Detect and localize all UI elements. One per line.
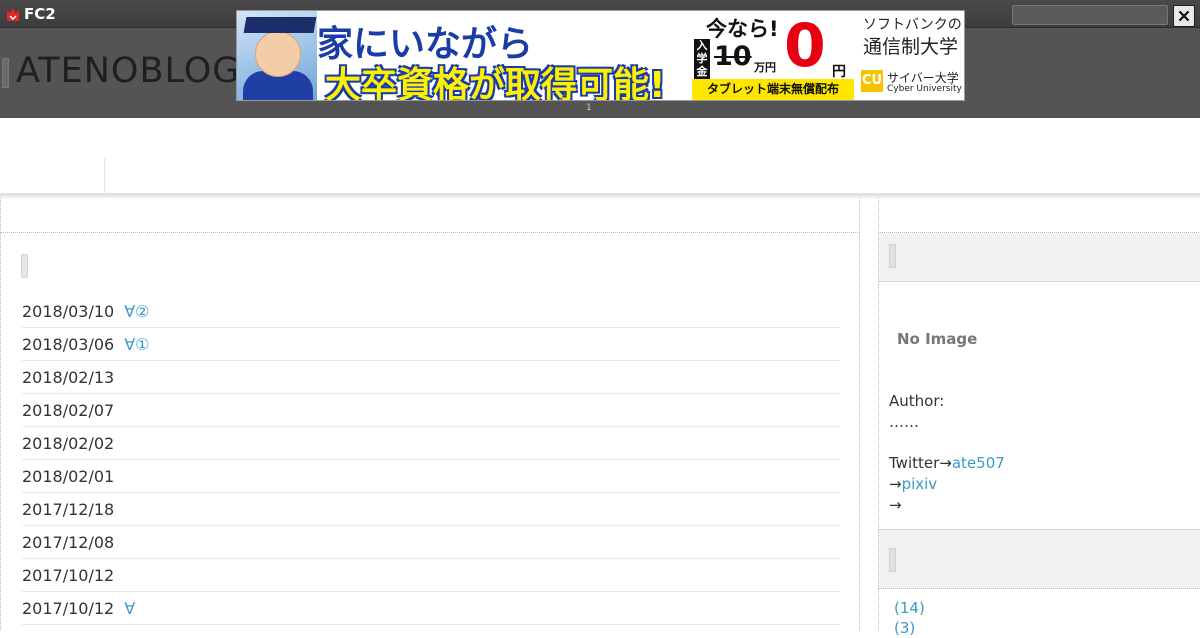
ad-old-price: 10: [714, 41, 752, 72]
fc2-logo-text: FC2: [24, 5, 56, 23]
entry-title-link[interactable]: ∀②: [124, 302, 149, 321]
entry-date: 2017/10/12: [22, 598, 115, 618]
entry-title-link[interactable]: ∀: [124, 599, 135, 618]
category-list: (14) (3): [894, 598, 925, 638]
list-item: 2018/02/07: [22, 394, 840, 427]
author-name: ……: [889, 413, 919, 431]
entry-date: 2018/02/02: [22, 433, 115, 453]
ad-new-price: 0: [784, 11, 826, 81]
ad-sponsor-line-2: 通信制大学: [863, 36, 959, 58]
header-grip: [2, 58, 9, 88]
entry-date: 2018/02/01: [22, 466, 115, 486]
nav-item[interactable]: [2, 158, 105, 194]
extra-arrow: →: [889, 496, 902, 514]
entry-list: 2018/03/10 ∀② 2018/03/06 ∀① 2018/02/13 2…: [22, 295, 840, 625]
entry-title-link[interactable]: ∀①: [124, 335, 149, 354]
entry-date: 2017/10/12: [22, 565, 115, 585]
cyber-university-logo-icon: CU: [861, 70, 883, 92]
nav-bar: [0, 118, 1200, 195]
ad-sponsor: ソフトバンクの 通信制大学 CU サイバー大学 Cyber University: [855, 11, 964, 100]
heading-marker: [889, 548, 896, 572]
author-label: Author:: [889, 392, 945, 410]
close-icon: [1178, 10, 1190, 22]
list-item: 2017/12/18: [22, 493, 840, 526]
main-content: 2018/03/10 ∀② 2018/03/06 ∀① 2018/02/13 2…: [0, 233, 860, 630]
fc2-search-input[interactable]: [1012, 5, 1168, 25]
ad-graduation-cap: [243, 17, 317, 33]
profile-avatar-placeholder: No Image: [897, 330, 978, 348]
ad-now-text: 今なら!: [706, 17, 779, 41]
list-item: 2018/02/01: [22, 460, 840, 493]
entry-date: 2018/02/07: [22, 400, 115, 420]
ad-headline-2: 大卒資格が取得可能!: [325, 65, 666, 101]
sidebar-top-cell: [878, 198, 1200, 233]
entry-date: 2017/12/08: [22, 532, 115, 552]
list-item: 2017/10/12: [22, 559, 840, 592]
entry-date: 2018/02/13: [22, 367, 115, 387]
entry-date: 2018/03/10: [22, 301, 115, 321]
list-item: 2017/12/08: [22, 526, 840, 559]
entry-date: 2017/12/18: [22, 499, 115, 519]
ad-baby-face: [255, 31, 301, 77]
heading-marker: [889, 244, 896, 268]
profile-heading: [879, 233, 1200, 282]
section-heading-marker: [21, 254, 28, 278]
category-heading: [879, 529, 1200, 589]
list-item: 2018/02/13: [22, 361, 840, 394]
column-gap: [859, 198, 878, 630]
profile-info: Author: …… Twitter→ate507 →pixiv →: [889, 391, 1005, 516]
twitter-line: Twitter→ate507: [889, 453, 1005, 474]
close-button[interactable]: [1173, 5, 1195, 27]
list-item: 2017/10/12 ∀: [22, 592, 840, 625]
ad-new-price-unit: 円: [832, 64, 846, 80]
ad-old-price-unit: 万円: [754, 61, 776, 74]
ad-banner[interactable]: 家にいながら 大卒資格が取得可能! 今なら! 入学金 10 万円 0 円 タブレ…: [236, 10, 965, 101]
pixiv-line: →pixiv: [889, 474, 1005, 495]
twitter-label: Twitter→: [889, 454, 952, 472]
list-item: 2018/03/10 ∀②: [22, 295, 840, 328]
fc2-logo[interactable]: FC2: [6, 5, 56, 23]
twitter-link[interactable]: ate507: [952, 454, 1005, 472]
ad-entry-fee-label: 入学金: [694, 39, 710, 79]
ad-tablet-text: タブレット端末無償配布: [692, 79, 854, 100]
fc2-fox-icon: [7, 7, 19, 21]
ad-university-name-en: Cyber University: [887, 84, 962, 94]
category-link[interactable]: (14): [894, 599, 925, 617]
ad-sponsor-line-1: ソフトバンクの: [863, 17, 962, 33]
category-link[interactable]: (3): [894, 619, 915, 637]
blog-title[interactable]: ATENOBLOG: [16, 51, 240, 91]
pixiv-prefix: →: [889, 475, 902, 493]
sidebar: No Image Author: …… Twitter→ate507 →pixi…: [878, 233, 1200, 637]
main-top-cell: [0, 198, 860, 233]
list-item: 2018/03/06 ∀①: [22, 328, 840, 361]
ad-graduate-image: [237, 11, 317, 100]
ad-index: 1: [586, 103, 592, 113]
ad-offer: 今なら! 入学金 10 万円 0 円 タブレット端末無償配布: [692, 11, 854, 100]
list-item: 2018/02/02: [22, 427, 840, 460]
pixiv-link[interactable]: pixiv: [902, 475, 938, 493]
entry-date: 2018/03/06: [22, 334, 115, 354]
